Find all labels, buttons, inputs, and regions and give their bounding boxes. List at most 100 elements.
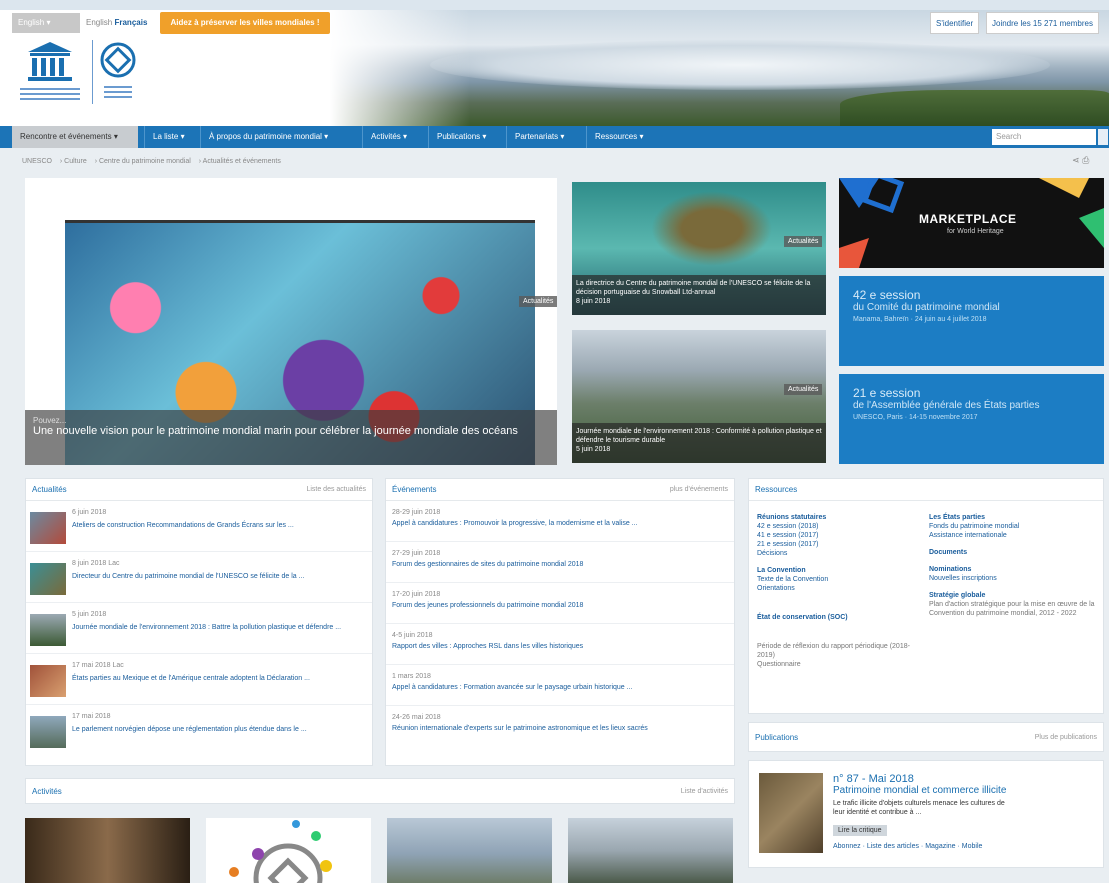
lang-link-english[interactable]: English [86, 18, 112, 27]
nav-item-about[interactable]: À propos du patrimoine mondial ▾ [200, 126, 336, 148]
share-icon[interactable]: ⋖ [1072, 155, 1080, 165]
publication-cover[interactable] [759, 773, 823, 853]
event-title[interactable]: Forum des jeunes professionnels du patri… [392, 602, 728, 609]
event-item[interactable]: 17-20 juin 2018 Forum des jeunes profess… [386, 583, 734, 624]
session-committee[interactable]: 42 e session du Comité du patrimoine mon… [839, 276, 1104, 366]
event-item[interactable]: 4-5 juin 2018 Rapport des villes : Appro… [386, 624, 734, 665]
mountain-caption-text[interactable]: Journée mondiale de l'environnement 2018… [576, 427, 822, 445]
language-select[interactable]: English ▾ [12, 13, 80, 33]
search-input[interactable]: Search [992, 129, 1096, 145]
nav-item-activities[interactable]: Activités ▾ [362, 126, 415, 148]
main-feature[interactable]: Actualités Pouvez... Une nouvelle vision… [25, 178, 557, 465]
resource-link[interactable]: Assistance internationale [929, 531, 1099, 540]
event-item[interactable]: 28-29 juin 2018 Appel à candidatures : P… [386, 501, 734, 542]
news-title[interactable]: Ateliers de construction Recommandations… [72, 521, 352, 530]
activity-thumbnail-logo[interactable] [206, 818, 371, 883]
resource-heading[interactable]: Les États parties [929, 513, 1099, 522]
event-title[interactable]: Appel à candidatures : Promouvoir la pro… [392, 520, 728, 527]
resource-heading[interactable]: Documents [929, 548, 1099, 557]
breadcrumb-item[interactable]: UNESCO [22, 158, 52, 165]
nav-item-list[interactable]: La liste ▾ [144, 126, 193, 148]
event-title[interactable]: Appel à candidatures : Formation avancée… [392, 684, 728, 691]
activities-panel: Activités Liste d'activités [25, 778, 735, 804]
nav-item-resources[interactable]: Ressources ▾ [586, 126, 651, 148]
events-panel-header: Événements plus d'événements [386, 479, 734, 501]
resource-link[interactable]: 21 e session (2017) [757, 540, 925, 549]
news-item[interactable]: 8 juin 2018 Lac Directeur du Centre du p… [26, 552, 372, 603]
news-title[interactable]: Le parlement norvégien dépose une réglem… [72, 725, 352, 734]
resource-link[interactable]: Texte de la Convention [757, 575, 925, 584]
print-icon[interactable]: ⎙ [1082, 155, 1089, 165]
resource-link[interactable]: Nouvelles inscriptions [929, 574, 1099, 583]
breadcrumb-item[interactable]: › Centre du patrimoine mondial [95, 158, 191, 165]
nav-item-events[interactable]: Rencontre et événements ▾ [12, 126, 138, 148]
activity-thumbnail[interactable] [568, 818, 733, 883]
resource-link[interactable]: Décisions [757, 549, 925, 558]
nav-item-partnerships[interactable]: Partenariats ▾ [506, 126, 572, 148]
lang-link-french[interactable]: Français [114, 18, 147, 27]
activity-thumbnail[interactable] [387, 818, 552, 883]
join-button[interactable]: Joindre les 15 271 membres [986, 12, 1099, 34]
event-date: 28-29 juin 2018 [392, 509, 441, 516]
resource-text[interactable]: Période de réflexion du rapport périodiq… [757, 642, 925, 660]
mountain-tag: Actualités [784, 384, 823, 395]
event-title[interactable]: Forum des gestionnaires de sites du patr… [392, 561, 728, 568]
publication-title[interactable]: Patrimoine mondial et commerce illicite [833, 785, 1006, 796]
news-item[interactable]: 6 juin 2018 Ateliers de construction Rec… [26, 501, 372, 552]
event-item[interactable]: 1 mars 2018 Appel à candidatures : Forma… [386, 665, 734, 706]
events-more-link[interactable]: plus d'événements [670, 486, 728, 493]
resource-link[interactable]: Orientations [757, 584, 925, 593]
resource-link[interactable]: 41 e session (2017) [757, 531, 925, 540]
publication-number: n° 87 - Mai 2018 [833, 773, 914, 785]
news-title[interactable]: États parties au Mexique et de l'Amériqu… [72, 674, 352, 683]
session-assembly[interactable]: 21 e session de l'Assemblée générale des… [839, 374, 1104, 464]
unesco-logo[interactable] [14, 38, 86, 108]
events-panel-title[interactable]: Événements [392, 485, 436, 494]
news-item[interactable]: 17 mai 2018 Lac États parties au Mexique… [26, 654, 372, 705]
publication-links[interactable]: Abonnez · Liste des articles · Magazine … [833, 843, 982, 850]
resource-text[interactable]: Plan d'action stratégique pour la mise e… [929, 600, 1099, 618]
resource-heading[interactable]: État de conservation (SOC) [757, 613, 925, 622]
event-date: 24-26 mai 2018 [392, 714, 441, 721]
publications-panel-title[interactable]: Publications [755, 733, 798, 742]
identify-button[interactable]: S'identifier [930, 12, 980, 34]
news-title[interactable]: Directeur du Centre du patrimoine mondia… [72, 572, 352, 581]
event-title[interactable]: Rapport des villes : Approches RSL dans … [392, 643, 728, 650]
event-title[interactable]: Réunion internationale d'experts sur le … [392, 725, 728, 732]
publications-more-link[interactable]: Plus de publications [1035, 734, 1097, 741]
turtle-caption-text[interactable]: La directrice du Centre du patrimoine mo… [576, 279, 822, 297]
resource-heading[interactable]: La Convention [757, 566, 925, 575]
breadcrumb-item[interactable]: › Culture [60, 158, 87, 165]
activities-panel-title[interactable]: Activités [32, 787, 62, 796]
publication-description: Le trafic illicite d'objets culturels me… [833, 800, 1005, 816]
promo-button[interactable]: Aidez à préserver les villes mondiales ! [160, 12, 330, 34]
event-item[interactable]: 24-26 mai 2018 Réunion internationale d'… [386, 706, 734, 747]
resources-left-column: Réunions statutaires 42 e session (2018)… [757, 507, 925, 669]
news-panel-title[interactable]: Actualités [32, 485, 67, 494]
nav-item-publications[interactable]: Publications ▾ [428, 126, 494, 148]
news-item[interactable]: 17 mai 2018 Le parlement norvégien dépos… [26, 705, 372, 756]
resources-panel-title[interactable]: Ressources [755, 485, 797, 494]
event-item[interactable]: 27-29 juin 2018 Forum des gestionnaires … [386, 542, 734, 583]
feature-turtle[interactable]: Actualités La directrice du Centre du pa… [572, 182, 826, 315]
turtle-caption: La directrice du Centre du patrimoine mo… [572, 275, 826, 315]
resource-heading[interactable]: Stratégie globale [929, 591, 1099, 600]
world-heritage-logo[interactable] [96, 38, 140, 108]
resource-heading[interactable]: Nominations [929, 565, 1099, 574]
search-icon[interactable] [1098, 129, 1108, 145]
resource-heading[interactable]: Réunions statutaires [757, 513, 925, 522]
feature-title[interactable]: Une nouvelle vision pour le patrimoine m… [33, 425, 549, 437]
resource-text[interactable]: Questionnaire [757, 660, 925, 669]
site-header: English ▾ English Français Aidez à prése… [0, 10, 1109, 126]
resource-link[interactable]: Fonds du patrimoine mondial [929, 522, 1099, 531]
news-item[interactable]: 5 juin 2018 Journée mondiale de l'enviro… [26, 603, 372, 654]
feature-mountain[interactable]: Actualités Journée mondiale de l'environ… [572, 330, 826, 463]
event-date: 4-5 juin 2018 [392, 632, 433, 639]
activity-thumbnail[interactable] [25, 818, 190, 883]
activities-more-link[interactable]: Liste d'activités [681, 788, 728, 795]
marketplace-banner[interactable]: MARKETPLACE for World Heritage [839, 178, 1104, 268]
resource-link[interactable]: 42 e session (2018) [757, 522, 925, 531]
news-title[interactable]: Journée mondiale de l'environnement 2018… [72, 623, 352, 632]
publication-read-button[interactable]: Lire la critique [833, 825, 887, 836]
news-more-link[interactable]: Liste des actualités [306, 486, 366, 493]
